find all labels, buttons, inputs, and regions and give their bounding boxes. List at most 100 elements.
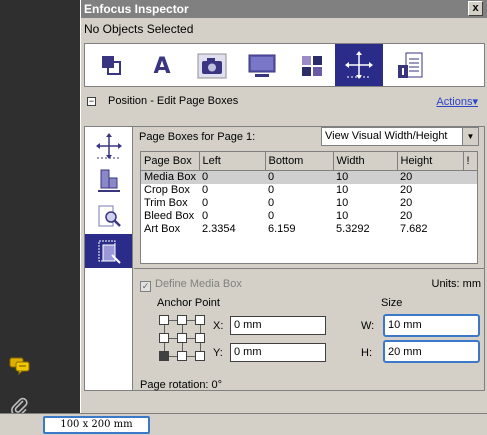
y-position-field[interactable]: 0 mm: [230, 343, 326, 362]
table-cell: 0: [265, 170, 333, 184]
view-mode-select[interactable]: View Visual Width/Height ▼: [321, 127, 479, 146]
table-cell: 0: [202, 183, 209, 196]
move-crosshair-icon: [95, 133, 122, 159]
column-header-warning[interactable]: !: [463, 152, 477, 171]
section-title: Position - Edit Page Boxes: [108, 95, 239, 107]
anchor-top-right[interactable]: [195, 315, 205, 325]
inspector-panel: Enfocus Inspector x No Objects Selected …: [80, 0, 487, 413]
table-row-art-box[interactable]: Art Box 2.3354 6.159 5.3292 7.682: [141, 223, 477, 236]
text-tool[interactable]: A: [142, 48, 182, 84]
table-row-media-box[interactable]: Media Box 0 0 10 20: [141, 170, 477, 184]
anchor-bottom-right[interactable]: [195, 351, 205, 361]
table-cell: 0: [268, 183, 275, 196]
column-header-width[interactable]: Width: [333, 152, 398, 171]
page-rotation-label: Page rotation: 0°: [140, 379, 223, 391]
window-title: Enfocus Inspector: [84, 2, 189, 16]
size-label: Size: [381, 297, 403, 309]
vertical-tabs: [85, 127, 133, 390]
table-cell: 20: [397, 170, 463, 184]
anchor-bottom-center[interactable]: [177, 351, 187, 361]
left-dock: [0, 0, 80, 417]
width-label: W:: [361, 320, 375, 332]
column-header-height[interactable]: Height: [397, 152, 464, 171]
column-header-left[interactable]: Left: [199, 152, 266, 171]
object-transform-icon: [102, 56, 121, 75]
view-mode-value: View Visual Width/Height: [325, 130, 448, 142]
table-cell: 0: [202, 209, 209, 222]
inspector-toolstrip: A: [84, 43, 485, 87]
y-label: Y:: [213, 347, 223, 359]
column-header-page-box[interactable]: Page Box: [141, 152, 200, 171]
object-transform-tool[interactable]: [92, 48, 132, 84]
divider: [134, 268, 484, 269]
table-cell: 10: [336, 209, 349, 222]
table-cell: 0: [199, 170, 265, 184]
column-header-bottom[interactable]: Bottom: [265, 152, 334, 171]
table-cell: 20: [400, 196, 413, 209]
table-cell: 6.159: [268, 222, 296, 235]
table-cell: 10: [336, 196, 349, 209]
x-position-field[interactable]: 0 mm: [230, 316, 326, 335]
table-cell: [463, 197, 477, 210]
anchor-middle-right[interactable]: [195, 333, 205, 343]
table-cell: 10: [333, 170, 397, 184]
table-cell: 0: [202, 196, 209, 209]
tab-page-boxes[interactable]: [85, 234, 132, 268]
monitor-icon: [248, 54, 276, 77]
align-bottom-icon: [97, 169, 120, 192]
collapse-section-button[interactable]: −: [87, 97, 96, 106]
position-tool[interactable]: [335, 44, 383, 86]
document-info-icon: [398, 52, 423, 78]
close-button[interactable]: x: [468, 1, 483, 16]
table-cell: 5.3292: [336, 222, 370, 235]
position-move-icon: [345, 51, 373, 79]
table-cell: Media Box: [141, 170, 199, 184]
width-field[interactable]: 10 mm: [383, 314, 480, 337]
x-label: X:: [213, 320, 224, 332]
table-cell: 20: [400, 183, 413, 196]
tab-align[interactable]: [85, 164, 132, 198]
tab-zoom-box[interactable]: [85, 199, 132, 233]
table-cell: [463, 210, 477, 223]
define-media-box-label: Define Media Box: [155, 278, 242, 290]
table-header-row: Page Box Left Bottom Width Height !: [141, 152, 477, 171]
text-icon: A: [153, 53, 171, 79]
table-cell: Art Box: [144, 222, 181, 235]
page-boxes-table[interactable]: Page Box Left Bottom Width Height ! Medi…: [140, 151, 478, 264]
anchor-bottom-left[interactable]: [159, 351, 169, 361]
table-row-bleed-box[interactable]: Bleed Box 0 0 10 20: [141, 210, 477, 223]
color-tool[interactable]: [292, 48, 332, 84]
page-size-readout[interactable]: 100 x 200 mm: [43, 416, 150, 434]
page-boxes-label: Page Boxes for Page 1:: [139, 131, 256, 143]
table-row-crop-box[interactable]: Crop Box 0 0 10 20: [141, 184, 477, 197]
anchor-top-left[interactable]: [159, 315, 169, 325]
table-cell: [463, 184, 477, 197]
color-swatch-icon: [302, 56, 322, 76]
table-cell: 7.682: [400, 222, 428, 235]
units-label: Units: mm: [431, 278, 482, 290]
camera-icon: [197, 53, 227, 79]
table-cell: Bleed Box: [144, 209, 195, 222]
define-media-box-option[interactable]: ✓ Define Media Box: [140, 278, 242, 292]
table-cell: [463, 223, 477, 236]
table-cell: 0: [268, 209, 275, 222]
document-view-tool[interactable]: [242, 48, 282, 84]
selection-status: No Objects Selected: [84, 22, 194, 36]
dropdown-arrow-icon[interactable]: ▼: [462, 128, 478, 145]
anchor-top-center[interactable]: [177, 315, 187, 325]
window-titlebar: Enfocus Inspector x: [81, 0, 487, 18]
anchor-center[interactable]: [177, 333, 187, 343]
tab-position[interactable]: [85, 129, 132, 163]
actions-menu-link[interactable]: Actions▾: [436, 95, 478, 108]
table-cell: Trim Box: [144, 196, 188, 209]
image-tool[interactable]: [192, 48, 232, 84]
height-field[interactable]: 20 mm: [383, 340, 480, 363]
anchor-point-selector[interactable]: [159, 315, 205, 361]
table-cell: 20: [400, 209, 413, 222]
anchor-middle-left[interactable]: [159, 333, 169, 343]
table-row-trim-box[interactable]: Trim Box 0 0 10 20: [141, 197, 477, 210]
define-media-box-checkbox[interactable]: ✓: [140, 281, 151, 292]
comments-icon[interactable]: [8, 355, 32, 377]
document-info-tool[interactable]: [390, 48, 430, 84]
page-magnifier-icon: [98, 205, 121, 227]
